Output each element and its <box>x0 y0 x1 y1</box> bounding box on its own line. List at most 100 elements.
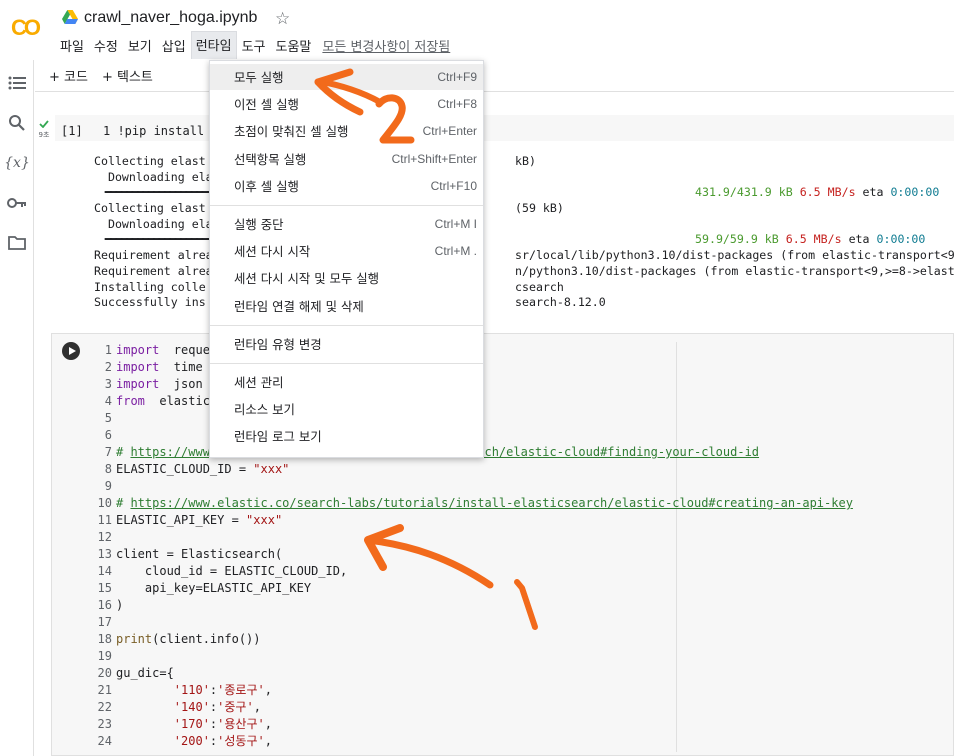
runtime-menu-item[interactable]: 세션 다시 시작 Ctrl+M . <box>210 238 483 264</box>
menu-item-label: 리소스 보기 <box>234 402 295 418</box>
line-number: 1 <box>104 343 112 357</box>
save-status-link[interactable]: 모든 변경사항이 저장됨 <box>322 36 450 55</box>
cell-1-code[interactable]: 1 !pip install e <box>103 124 219 138</box>
menu-view[interactable]: 보기 <box>123 32 157 59</box>
run-time: 9초 <box>38 131 50 139</box>
run-cell-button[interactable] <box>62 342 80 360</box>
line-number: 3 <box>104 377 112 391</box>
runtime-menu-item[interactable]: 선택항목 실행 Ctrl+Shift+Enter <box>210 146 483 172</box>
google-drive-icon[interactable] <box>62 10 78 24</box>
runtime-menu-item[interactable]: 리소스 보기 <box>210 396 483 422</box>
variables-icon[interactable]: {x} <box>4 152 30 174</box>
runtime-menu-item[interactable]: 런타임 유형 변경 <box>210 331 483 357</box>
line-number: 17 <box>97 615 112 629</box>
search-icon[interactable] <box>6 112 28 134</box>
line-number: 24 <box>97 734 112 748</box>
runtime-menu-item[interactable]: 모두 실행 Ctrl+F9 <box>210 64 483 90</box>
code-line: 16) <box>88 597 853 614</box>
line-number: 11 <box>97 513 112 527</box>
runtime-menu-item[interactable]: 런타임 로그 보기 <box>210 423 483 449</box>
toc-icon[interactable] <box>6 72 28 94</box>
menu-separator <box>210 363 483 364</box>
menu-item-label: 이전 셀 실행 <box>234 97 299 113</box>
code-line: 10 # https://www.elastic.co/search-labs/t… <box>88 495 853 512</box>
check-icon <box>39 120 49 129</box>
runtime-menu-item[interactable]: 초점이 맞춰진 셀 실행 Ctrl+Enter <box>210 118 483 144</box>
line-number: 18 <box>97 632 112 646</box>
line-number: 5 <box>104 411 112 425</box>
add-text-cell-button[interactable]: + 텍스트 <box>102 66 153 85</box>
code-line: 12 <box>88 529 853 546</box>
runtime-menu-item[interactable]: 세션 다시 시작 및 모두 실행 <box>210 265 483 291</box>
runtime-dropdown-menu: 모두 실행 Ctrl+F9 이전 셀 실행 Ctrl+F8 초점이 맞춰진 셀 실행 Ct… <box>209 60 484 458</box>
menu-item-label: 초점이 맞춰진 셀 실행 <box>234 124 349 140</box>
menu-separator <box>210 205 483 206</box>
menu-item-label: 모두 실행 <box>234 70 284 85</box>
menu-item-shortcut: Ctrl+M . <box>434 244 477 259</box>
menu-insert[interactable]: 삽입 <box>157 32 191 59</box>
menu-edit[interactable]: 수정 <box>89 32 123 59</box>
notebook-toolbar: + 코드 + 텍스트 <box>35 60 954 92</box>
menu-item-label: 세션 관리 <box>234 375 284 390</box>
menu-item-shortcut: Ctrl+F10 <box>430 178 477 193</box>
menu-help[interactable]: 도움말 <box>271 32 317 59</box>
code-line: 24 '200':'성동구', <box>88 733 853 750</box>
code-line: 19 <box>88 648 853 665</box>
star-icon[interactable]: ☆ <box>275 9 290 29</box>
menu-file[interactable]: 파일 <box>55 32 89 59</box>
notebook-title[interactable]: crawl_naver_hoga.ipynb <box>84 9 257 27</box>
code-line: 13 client = Elasticsearch( <box>88 546 853 563</box>
add-code-cell-button[interactable]: + 코드 <box>49 66 88 85</box>
code-cell-2[interactable]: 1 import request 2 import time 3 import json 4… <box>51 333 954 756</box>
code-line: 9 <box>88 478 853 495</box>
line-number: 10 <box>97 496 112 510</box>
line-number: 4 <box>104 394 112 408</box>
runtime-menu-item[interactable]: 런타임 연결 해제 및 삭제 <box>210 293 483 319</box>
menu-item-shortcut: Ctrl+Enter <box>422 124 477 139</box>
key-icon[interactable] <box>6 192 28 214</box>
menu-item-label: 세션 다시 시작 및 모두 실행 <box>234 271 380 287</box>
line-number: 12 <box>97 530 112 544</box>
menubar: 파일 수정 보기 삽입 런타임 도구 도움말 모든 변경사항이 저장됨 <box>55 31 450 59</box>
code-line: 14 cloud_id = ELASTIC_CLOUD_ID, <box>88 563 853 580</box>
code-cell-1[interactable]: 9초 [1] 1 !pip install e Collecting elast… <box>35 92 954 322</box>
line-number: 15 <box>97 581 112 595</box>
line-number: 6 <box>104 428 112 442</box>
runtime-menu-item[interactable]: 실행 중단 Ctrl+M I <box>210 211 483 237</box>
runtime-menu-item[interactable]: 이후 셀 실행 Ctrl+F10 <box>210 173 483 199</box>
menu-item-label: 런타임 로그 보기 <box>234 429 322 445</box>
line-number: 20 <box>97 666 112 680</box>
colab-logo-icon[interactable]: CO <box>10 12 50 42</box>
line-number: 7 <box>104 445 112 459</box>
run-status: 9초 <box>37 120 51 140</box>
progress-info: 431.9/431.9 kB 6.5 MB/s eta 0:00:00 <box>695 185 940 200</box>
code-line: 8 ELASTIC_CLOUD_ID = "xxx" <box>88 461 853 478</box>
logo-text: CO <box>11 15 41 40</box>
code-line: 15 api_key=ELASTIC_API_KEY <box>88 580 853 597</box>
menu-tools[interactable]: 도구 <box>237 32 271 59</box>
line-number: 13 <box>97 547 112 561</box>
code-line: 17 <box>88 614 853 631</box>
menu-item-label: 세션 다시 시작 <box>234 244 311 260</box>
line-number: 2 <box>104 360 112 374</box>
app-header: CO crawl_naver_hoga.ipynb ☆ 파일 수정 보기 삽입 … <box>0 0 954 60</box>
menu-item-shortcut: Ctrl+F9 <box>437 70 477 84</box>
menu-item-label: 선택항목 실행 <box>234 151 307 167</box>
menu-item-shortcut: Ctrl+Shift+Enter <box>391 151 477 166</box>
execution-count: [1] <box>61 124 83 138</box>
menu-item-shortcut: Ctrl+F8 <box>437 97 477 112</box>
menu-item-shortcut: Ctrl+M I <box>434 217 477 231</box>
runtime-menu-item[interactable]: 세션 관리 <box>210 369 483 395</box>
menu-item-label: 런타임 유형 변경 <box>234 336 322 352</box>
line-number: 9 <box>104 479 112 493</box>
line-number: 22 <box>97 700 112 714</box>
folder-icon[interactable] <box>6 232 28 254</box>
line-number: 14 <box>97 564 112 578</box>
line-number: 16 <box>97 598 112 612</box>
runtime-menu-item[interactable]: 이전 셀 실행 Ctrl+F8 <box>210 91 483 117</box>
code-line: 11 ELASTIC_API_KEY = "xxx" <box>88 512 853 529</box>
code-line: 23 '170':'용산구', <box>88 716 853 733</box>
menu-runtime[interactable]: 런타임 <box>190 31 237 59</box>
menu-separator <box>210 324 483 326</box>
line-number: 19 <box>97 649 112 663</box>
